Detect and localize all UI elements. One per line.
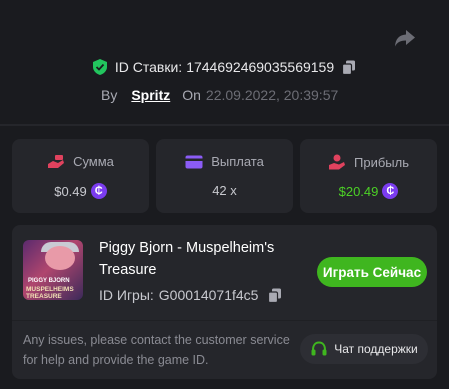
copy-icon[interactable] bbox=[268, 288, 282, 303]
game-card: PIGGY BJORN MUSPELHEIMS TREASURE Piggy B… bbox=[12, 225, 437, 379]
game-thumbnail[interactable]: PIGGY BJORN MUSPELHEIMS TREASURE bbox=[23, 240, 83, 300]
stat-value: 42 x bbox=[212, 183, 237, 198]
profit-hand-icon bbox=[329, 154, 345, 170]
bet-datetime: 22.09.2022, 20:39:57 bbox=[205, 87, 339, 103]
stat-label: Прибыль bbox=[354, 154, 409, 170]
coin-icon: ₵ bbox=[90, 183, 107, 199]
stat-card-amount: Сумма $0.49 ₵ bbox=[12, 139, 149, 213]
headset-icon bbox=[311, 341, 327, 356]
stat-label: Сумма bbox=[73, 154, 114, 169]
bet-id-label: ID Ставки: bbox=[114, 59, 183, 75]
support-chat-button[interactable]: Чат поддержки bbox=[300, 334, 428, 364]
coin-icon: ₵ bbox=[382, 183, 399, 199]
stat-label: Выплата bbox=[211, 154, 264, 169]
bet-id-value: 1744692469035569159 bbox=[186, 59, 335, 75]
money-hand-icon bbox=[48, 154, 65, 168]
game-id-row: ID Игры: G00014071f4c5 bbox=[99, 287, 282, 303]
stat-value: $0.49 bbox=[54, 183, 87, 199]
game-id-value: G00014071f4c5 bbox=[158, 287, 259, 303]
on-label: On bbox=[182, 87, 201, 103]
by-label: By bbox=[101, 87, 118, 103]
stat-card-payout: Выплата 42 x bbox=[156, 139, 293, 213]
stat-card-profit: Прибыль $20.49 ₵ bbox=[300, 139, 437, 213]
credit-card-icon bbox=[185, 155, 203, 168]
support-notice: Any issues, please contact the customer … bbox=[23, 333, 290, 367]
game-title: Piggy Bjorn - Muspelheim's Treasure bbox=[99, 240, 275, 278]
share-icon[interactable] bbox=[394, 28, 416, 48]
game-id-label: ID Игры: bbox=[99, 287, 154, 303]
stat-value: $20.49 bbox=[338, 183, 379, 199]
copy-icon[interactable] bbox=[342, 60, 356, 75]
divider bbox=[0, 124, 449, 126]
bet-author-row: By Spritz On 22.09.2022, 20:39:57 bbox=[101, 87, 338, 103]
thumbnail-caption-main: MUSPELHEIMS TREASURE bbox=[26, 286, 74, 300]
username-link[interactable]: Spritz bbox=[131, 87, 170, 103]
verified-shield-icon bbox=[92, 59, 107, 75]
divider bbox=[12, 320, 437, 321]
thumbnail-caption-top: PIGGY BJORN bbox=[28, 278, 70, 284]
play-now-button[interactable]: Играть Сейчас bbox=[317, 257, 427, 287]
bet-id-row: ID Ставки: 1744692469035569159 bbox=[0, 59, 449, 75]
support-chat-label: Чат поддержки bbox=[334, 342, 418, 356]
